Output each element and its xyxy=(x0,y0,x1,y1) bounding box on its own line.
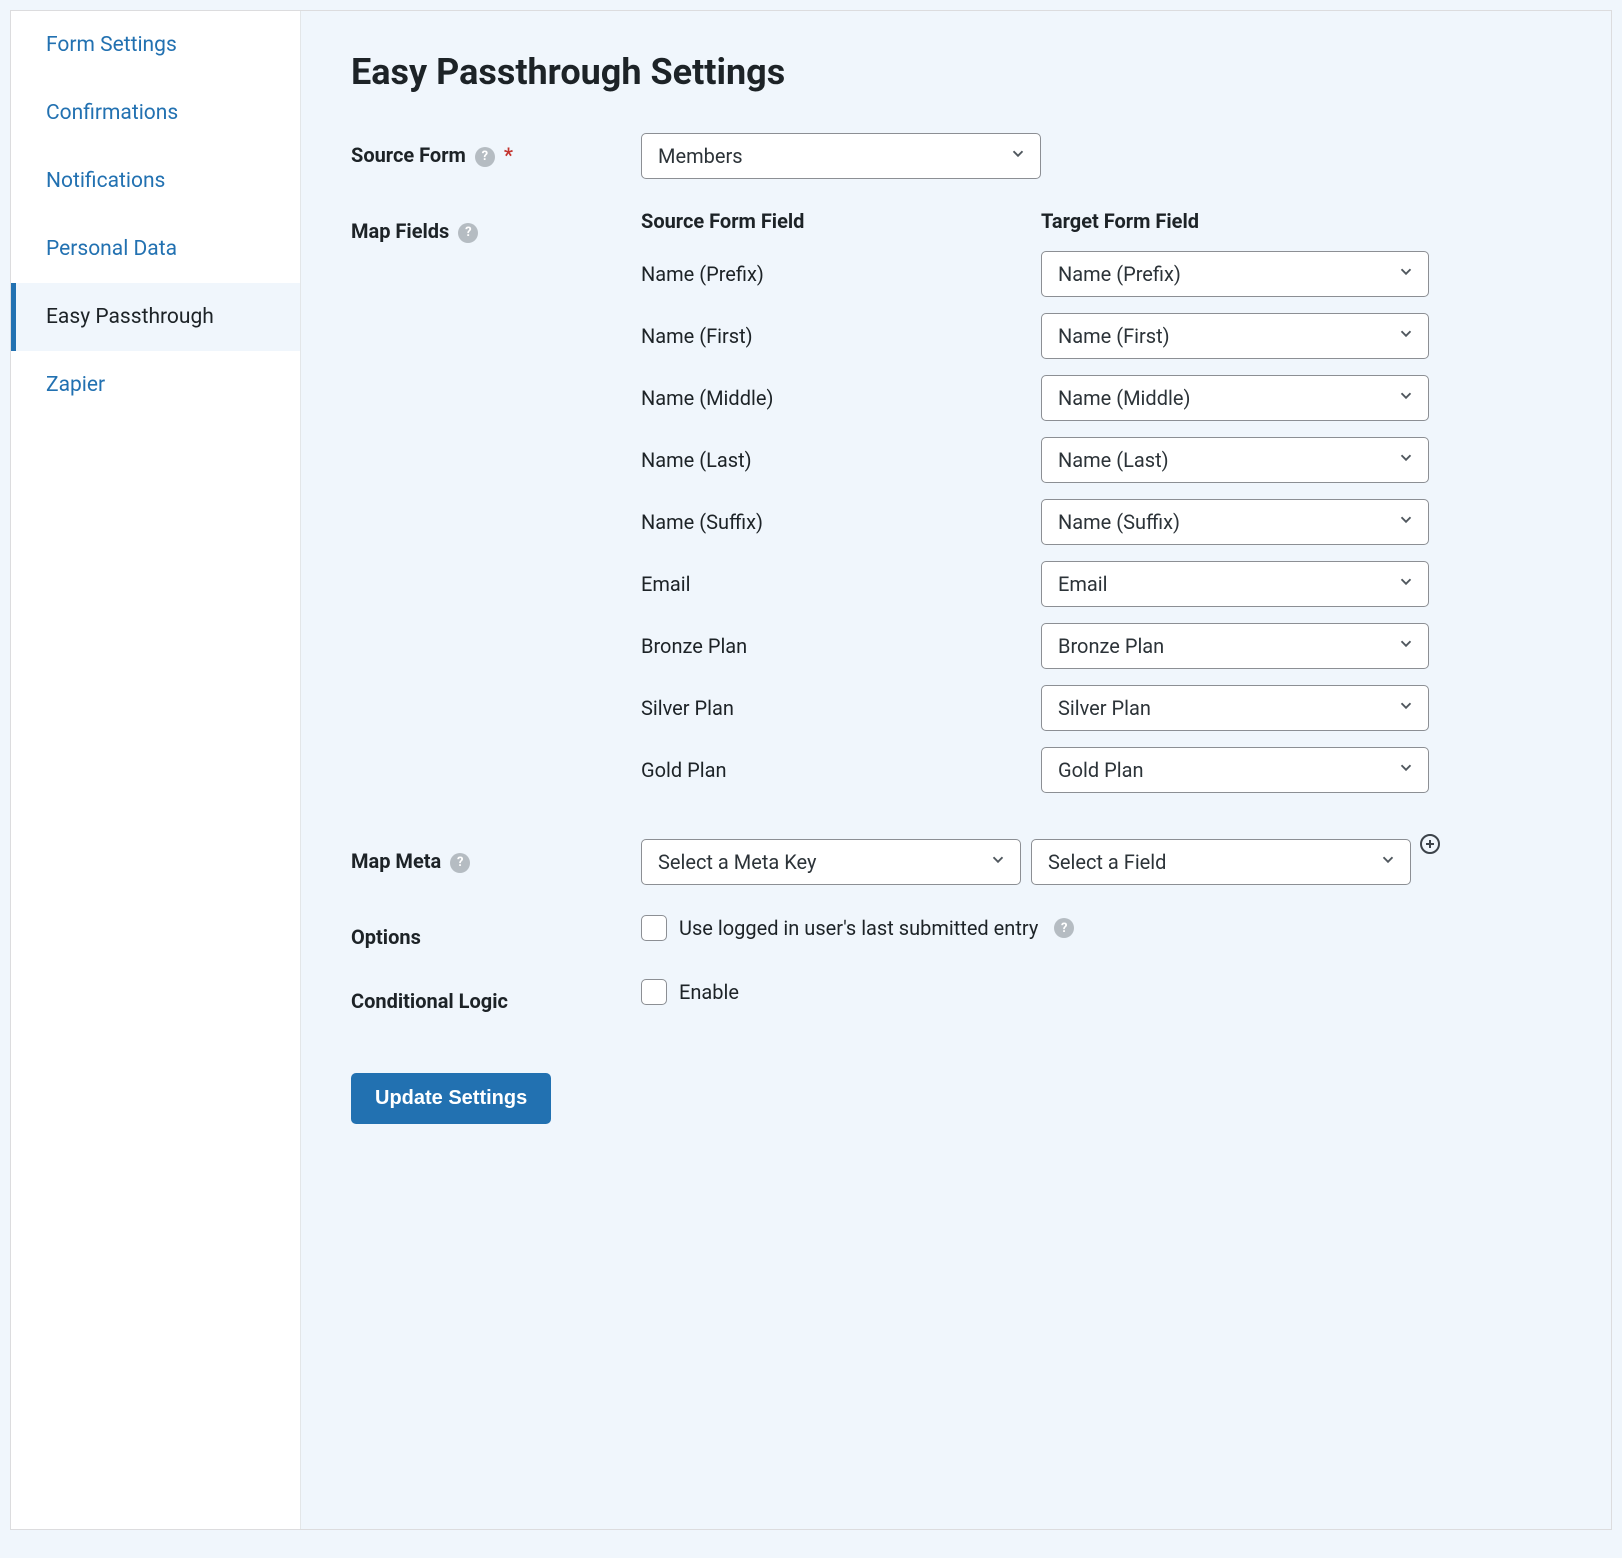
use-last-entry-checkbox[interactable] xyxy=(641,915,667,941)
help-icon[interactable]: ? xyxy=(450,853,470,873)
map-source-label: Bronze Plan xyxy=(641,634,1041,658)
help-icon[interactable]: ? xyxy=(1054,918,1074,938)
page-title: Easy Passthrough Settings xyxy=(351,51,1561,93)
map-row: Gold Plan Gold Plan xyxy=(641,747,1561,793)
sidebar-item-confirmations[interactable]: Confirmations xyxy=(11,79,300,147)
conditional-logic-checkbox[interactable] xyxy=(641,979,667,1005)
map-source-label: Name (Middle) xyxy=(641,386,1041,410)
map-source-label: Silver Plan xyxy=(641,696,1041,720)
map-row: Name (Middle) Name (Middle) xyxy=(641,375,1561,421)
conditional-logic-label: Conditional Logic xyxy=(351,979,641,1013)
options-label: Options xyxy=(351,915,641,949)
map-source-label: Name (First) xyxy=(641,324,1041,348)
sidebar-item-notifications[interactable]: Notifications xyxy=(11,147,300,215)
sidebar-item-form-settings[interactable]: Form Settings xyxy=(11,11,300,79)
conditional-logic-enable-label: Enable xyxy=(679,980,739,1004)
map-target-select[interactable]: Silver Plan xyxy=(1041,685,1429,731)
map-target-select[interactable]: Name (Suffix) xyxy=(1041,499,1429,545)
help-icon[interactable]: ? xyxy=(458,223,478,243)
map-meta-label: Map Meta ? xyxy=(351,839,641,873)
map-target-select[interactable]: Bronze Plan xyxy=(1041,623,1429,669)
map-row: Bronze Plan Bronze Plan xyxy=(641,623,1561,669)
map-target-select[interactable]: Name (Prefix) xyxy=(1041,251,1429,297)
meta-key-select[interactable]: Select a Meta Key xyxy=(641,839,1021,885)
update-settings-button[interactable]: Update Settings xyxy=(351,1073,551,1124)
map-row: Name (First) Name (First) xyxy=(641,313,1561,359)
map-target-select[interactable]: Name (Middle) xyxy=(1041,375,1429,421)
main-panel: Easy Passthrough Settings Source Form ? … xyxy=(301,11,1611,1529)
map-source-label: Email xyxy=(641,572,1041,596)
sidebar-item-zapier[interactable]: Zapier xyxy=(11,351,300,419)
map-fields-label: Map Fields ? xyxy=(351,209,641,243)
map-target-select[interactable]: Name (First) xyxy=(1041,313,1429,359)
required-asterisk: * xyxy=(504,143,513,167)
map-row: Silver Plan Silver Plan xyxy=(641,685,1561,731)
sidebar-item-personal-data[interactable]: Personal Data xyxy=(11,215,300,283)
settings-sidebar: Form Settings Confirmations Notification… xyxy=(11,11,301,1529)
map-header-source: Source Form Field xyxy=(641,209,1041,233)
sidebar-item-easy-passthrough[interactable]: Easy Passthrough xyxy=(11,283,300,351)
meta-field-select[interactable]: Select a Field xyxy=(1031,839,1411,885)
map-source-label: Gold Plan xyxy=(641,758,1041,782)
map-header-target: Target Form Field xyxy=(1041,209,1561,233)
map-source-label: Name (Prefix) xyxy=(641,262,1041,286)
map-source-label: Name (Last) xyxy=(641,448,1041,472)
map-target-select[interactable]: Gold Plan xyxy=(1041,747,1429,793)
map-row: Email Email xyxy=(641,561,1561,607)
help-icon[interactable]: ? xyxy=(475,147,495,167)
source-form-label: Source Form ? * xyxy=(351,133,641,167)
add-meta-button[interactable] xyxy=(1417,831,1443,857)
source-form-select[interactable]: Members xyxy=(641,133,1041,179)
map-row: Name (Last) Name (Last) xyxy=(641,437,1561,483)
map-source-label: Name (Suffix) xyxy=(641,510,1041,534)
map-target-select[interactable]: Email xyxy=(1041,561,1429,607)
map-target-select[interactable]: Name (Last) xyxy=(1041,437,1429,483)
use-last-entry-label: Use logged in user's last submitted entr… xyxy=(679,916,1038,940)
map-row: Name (Prefix) Name (Prefix) xyxy=(641,251,1561,297)
map-row: Name (Suffix) Name (Suffix) xyxy=(641,499,1561,545)
